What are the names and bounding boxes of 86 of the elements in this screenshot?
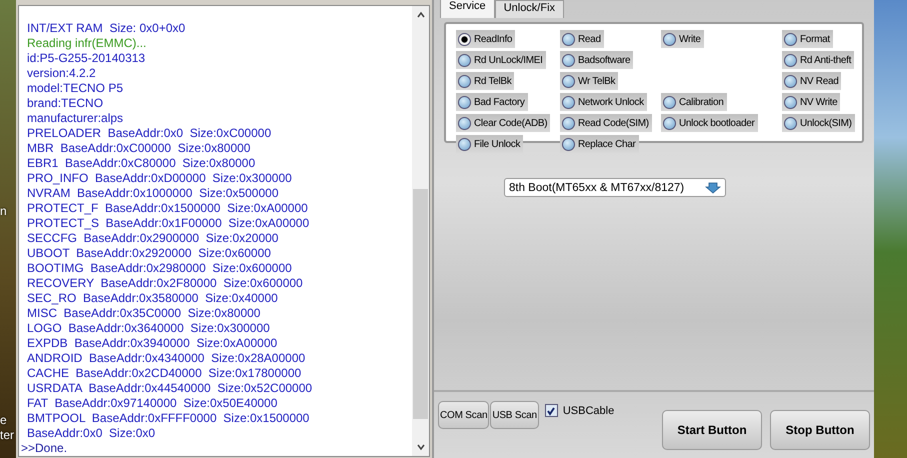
log-line: MISC BaseAddr:0x35C0000 Size:0x80000 (27, 306, 262, 321)
log-line: PROTECT_F BaseAddr:0x1500000 Size:0xA00000 (27, 201, 309, 216)
log-line: version:4.2.2 (27, 66, 97, 81)
radio-option[interactable]: Bad Factory (456, 93, 528, 111)
log-line: brand:TECNO (27, 96, 104, 111)
radio-button[interactable] (562, 54, 575, 66)
boot-dropdown[interactable]: 8th Boot(MT65xx & MT67xx/8127) (504, 178, 726, 197)
log-line: NVRAM BaseAddr:0x1000000 Size:0x500000 (27, 186, 280, 201)
radio-option[interactable]: Read (560, 30, 604, 48)
log-line: LOGO BaseAddr:0x3640000 Size:0x300000 (27, 321, 271, 336)
radio-option[interactable]: Badsoftware (560, 51, 634, 69)
log-line: UBOOT BaseAddr:0x2920000 Size:0x60000 (27, 246, 272, 261)
radio-button[interactable] (562, 74, 575, 88)
dropdown-arrow-icon[interactable] (705, 182, 721, 194)
tab[interactable]: Service (440, 0, 495, 18)
radio-button[interactable] (458, 74, 471, 88)
log-line: INT/EXT RAM Size: 0x0+0x0 (27, 21, 186, 36)
log-line: MBR BaseAddr:0xC00000 Size:0x80000 (27, 141, 252, 156)
radio-option[interactable]: Read Code(SIM) (560, 114, 652, 132)
log-line: RECOVERY BaseAddr:0x2F80000 Size:0x600000 (27, 276, 304, 291)
log-line: FAT BaseAddr:0x97140000 Size:0x50E40000 (27, 396, 278, 411)
desktop-icon-label: e (0, 413, 7, 427)
log-line: manufacturer:alps (27, 111, 124, 126)
log-line: EBR1 BaseAddr:0xC80000 Size:0x80000 (27, 156, 256, 171)
radio-button[interactable] (458, 32, 471, 46)
log-line: USRDATA BaseAddr:0x44540000 Size:0x52C00000 (27, 381, 314, 396)
radio-button[interactable] (663, 116, 676, 130)
log-line: >>Done. (21, 441, 68, 456)
log-line: ANDROID BaseAddr:0x4340000 Size:0x28A00000 (27, 351, 306, 366)
radio-button[interactable] (562, 32, 575, 46)
radio-button[interactable] (562, 116, 575, 130)
log-line: PROTECT_S BaseAddr:0x1F00000 Size:0xA00000 (27, 216, 310, 231)
radio-button[interactable] (784, 32, 797, 46)
radio-option[interactable]: NV Read (782, 72, 842, 90)
desktop-icon-label: n (0, 204, 7, 218)
log-line: BOOTIMG BaseAddr:0x2980000 Size:0x600000 (27, 261, 293, 276)
radio-option[interactable]: Rd Anti-theft (782, 51, 854, 69)
radio-button[interactable] (458, 116, 471, 130)
radio-option[interactable]: Unlock(SIM) (782, 114, 855, 132)
log-line: PRO_INFO BaseAddr:0xD00000 Size:0x300000 (27, 171, 293, 186)
scrollbar[interactable] (412, 6, 429, 456)
radio-option[interactable]: Format (782, 30, 833, 48)
radio-button[interactable] (458, 54, 471, 66)
radio-button[interactable] (458, 96, 471, 108)
radio-option[interactable]: Rd UnLock/IMEI (456, 51, 546, 69)
scan-button[interactable]: COM Scan (438, 401, 490, 429)
radio-button[interactable] (458, 138, 471, 150)
log-line: BMTPOOL BaseAddr:0xFFFF0000 Size:0x1500000 (27, 411, 310, 426)
checkbox-label: USBCable (562, 404, 614, 416)
radio-button[interactable] (784, 74, 797, 88)
radio-option[interactable]: Clear Code(ADB) (456, 114, 550, 132)
checkbox[interactable] (544, 404, 558, 417)
radio-option[interactable]: Calibration (661, 93, 727, 111)
radio-option[interactable]: Wr TelBk (560, 72, 618, 90)
log-line: SECCFG BaseAddr:0x2900000 Size:0x20000 (27, 231, 280, 246)
action-button[interactable]: Stop Button (770, 410, 870, 450)
log-line: Reading infr(EMMC)... (27, 36, 148, 51)
radio-button[interactable] (562, 138, 575, 150)
log-line: CACHE BaseAddr:0x2CD40000 Size:0x17800000 (27, 366, 302, 381)
radio-option[interactable]: File Unlock (456, 135, 524, 153)
radio-button[interactable] (663, 32, 676, 46)
scroll-up-icon[interactable] (416, 11, 426, 19)
desktop-icon-label: ter (0, 428, 14, 442)
radio-option[interactable]: ReadInfo (456, 30, 516, 48)
action-button[interactable]: Start Button (662, 410, 762, 450)
radio-button[interactable] (784, 96, 797, 108)
log-line: EXPDB BaseAddr:0x3940000 Size:0xA00000 (27, 336, 278, 351)
radio-option[interactable]: Unlock bootloader (661, 114, 758, 132)
scroll-down-icon[interactable] (416, 443, 426, 451)
radio-button[interactable] (562, 96, 575, 108)
radio-button[interactable] (663, 96, 676, 108)
tab[interactable]: Unlock/Fix (494, 0, 564, 18)
radio-option[interactable]: Network Unlock (560, 93, 647, 111)
scrollbar-thumb[interactable] (413, 189, 428, 419)
radio-button[interactable] (784, 54, 797, 66)
log-line: SEC_RO BaseAddr:0x3580000 Size:0x40000 (27, 291, 279, 306)
log-line: model:TECNO P5 (27, 81, 124, 96)
radio-button[interactable] (784, 116, 797, 130)
radio-option[interactable]: Replace Char (560, 135, 639, 153)
log-line: id:P5-G255-20140313 (27, 51, 146, 66)
scan-button[interactable]: USB Scan (490, 401, 539, 429)
radio-option[interactable]: Write (661, 30, 704, 48)
log-line: PRELOADER BaseAddr:0x0 Size:0xC00000 (27, 126, 272, 141)
log-line: BaseAddr:0x0 Size:0x0 (27, 426, 156, 441)
radio-option[interactable]: NV Write (782, 93, 840, 111)
radio-option[interactable]: Rd TelBk (456, 72, 514, 90)
